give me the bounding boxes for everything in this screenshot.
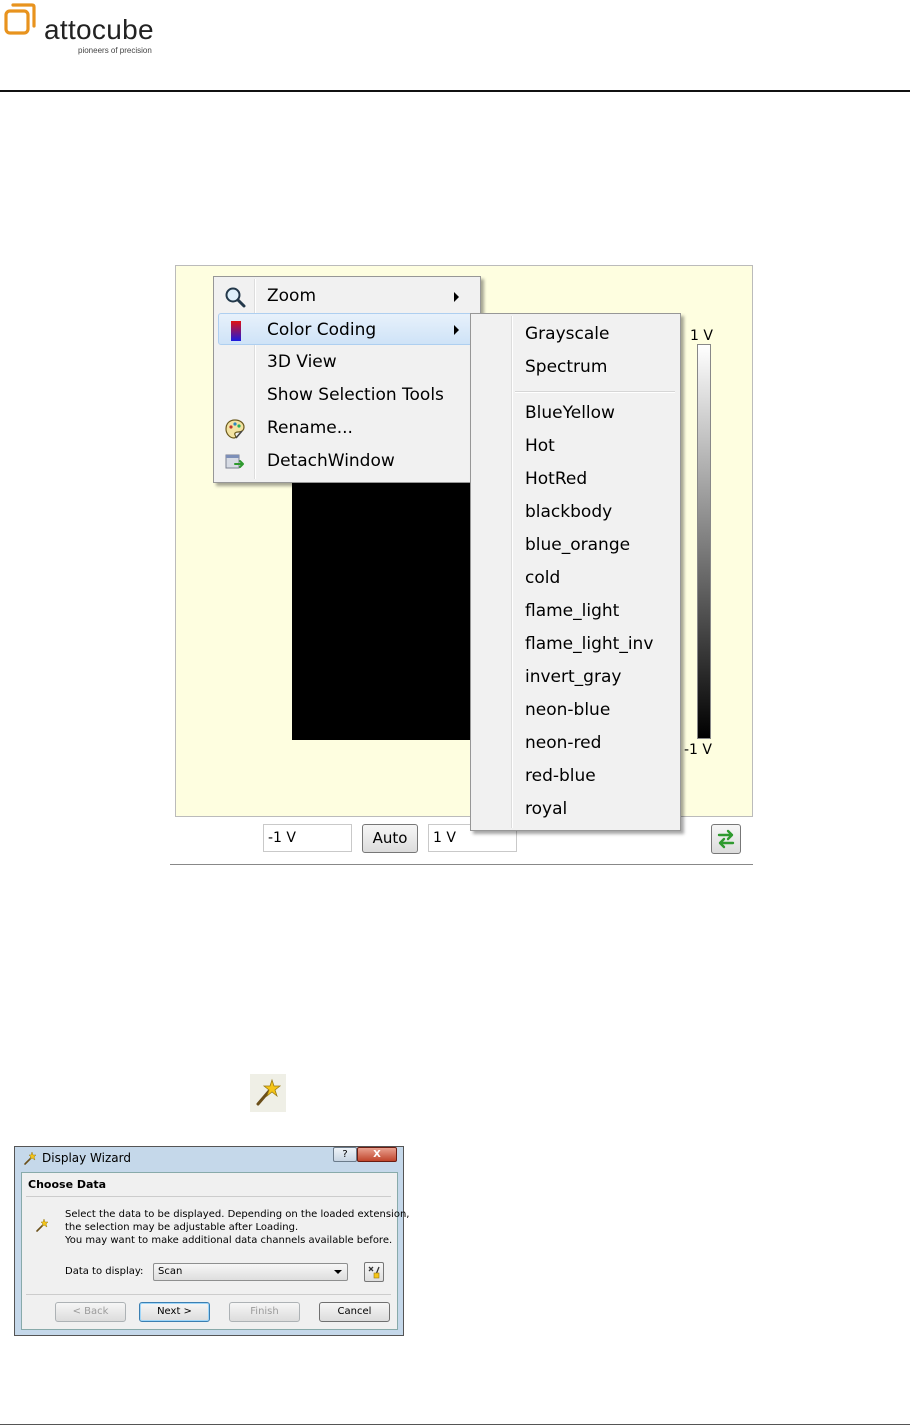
- menu-item-show-selection-tools[interactable]: Show Selection Tools: [218, 379, 476, 411]
- colormap-item[interactable]: flame_light_inv: [525, 628, 653, 661]
- menu-gutter: [511, 316, 513, 828]
- colormap-item[interactable]: neon-red: [525, 727, 601, 760]
- select-value: Scan: [158, 1266, 183, 1277]
- next-button[interactable]: Next >: [139, 1302, 210, 1322]
- menu-item-rename[interactable]: Rename...: [218, 412, 476, 444]
- magic-wand-icon: [24, 1151, 37, 1165]
- menu-item-label: DetachWindow: [267, 451, 395, 471]
- colorbar: [697, 344, 711, 739]
- context-menu: Zoom Color Coding 3D View Show Selection…: [213, 276, 481, 483]
- back-button[interactable]: < Back: [55, 1302, 126, 1322]
- colormap-item[interactable]: Spectrum: [525, 351, 607, 384]
- wizard-button[interactable]: [250, 1074, 286, 1112]
- magnifier-icon: [225, 287, 246, 308]
- menu-item-label: Show Selection Tools: [267, 385, 444, 405]
- submenu-arrow-icon: [454, 325, 459, 335]
- divider: [26, 1294, 391, 1295]
- channel-tool-icon: [368, 1266, 380, 1279]
- logo-tagline: pioneers of precision: [78, 46, 152, 55]
- menu-item-detach-window[interactable]: DetachWindow: [218, 445, 476, 477]
- colormap-item[interactable]: blue_orange: [525, 529, 630, 562]
- magic-wand-icon: [36, 1218, 49, 1232]
- window-bottom-edge: [170, 864, 753, 865]
- description-line: the selection may be adjustable after Lo…: [65, 1222, 299, 1233]
- description-line: You may want to make additional data cha…: [65, 1235, 393, 1246]
- auto-button[interactable]: Auto: [362, 824, 418, 853]
- attocube-logo-mark: [4, 3, 36, 35]
- close-button[interactable]: X: [357, 1147, 397, 1162]
- cancel-button[interactable]: Cancel: [319, 1302, 390, 1322]
- swap-arrows-icon: [717, 829, 735, 849]
- logo-text: attocube: [44, 14, 154, 45]
- colormap-item[interactable]: invert_gray: [525, 661, 621, 694]
- menu-item-label: Rename...: [267, 418, 353, 438]
- menu-item-label: 3D View: [267, 352, 337, 372]
- menu-item-zoom[interactable]: Zoom: [218, 280, 476, 312]
- colormap-item[interactable]: Hot: [525, 430, 555, 463]
- description-line: Select the data to be displayed. Dependi…: [65, 1209, 410, 1220]
- page-heading: Choose Data: [28, 1178, 107, 1191]
- colormap-item[interactable]: Grayscale: [525, 318, 609, 351]
- colormap-item[interactable]: cold: [525, 562, 560, 595]
- colormap-item[interactable]: neon-blue: [525, 694, 610, 727]
- menu-separator: [515, 391, 675, 393]
- magic-wand-icon: [256, 1078, 282, 1106]
- colormap-item[interactable]: blackbody: [525, 496, 612, 529]
- footer-rule: [0, 1424, 910, 1425]
- colormap-item[interactable]: red-blue: [525, 760, 596, 793]
- divider: [26, 1196, 391, 1197]
- swap-button[interactable]: [711, 824, 741, 854]
- color-gradient-icon: [231, 321, 241, 341]
- colorbar-max-label: 1 V: [690, 328, 713, 344]
- help-button[interactable]: ?: [333, 1147, 357, 1162]
- description-text: Select the data to be displayed. Dependi…: [65, 1208, 409, 1247]
- detach-window-icon: [225, 454, 244, 469]
- menu-item-label: Zoom: [267, 286, 317, 306]
- color-coding-submenu: Grayscale Spectrum BlueYellow Hot HotRed…: [470, 313, 681, 831]
- finish-button[interactable]: Finish: [229, 1302, 300, 1322]
- colormap-item[interactable]: flame_light: [525, 595, 619, 628]
- menu-item-color-coding[interactable]: Color Coding: [218, 313, 476, 345]
- data-to-display-label: Data to display:: [65, 1266, 144, 1277]
- colormap-item[interactable]: royal: [525, 793, 567, 826]
- header-rule: [0, 90, 910, 92]
- image-canvas[interactable]: [292, 470, 472, 740]
- colormap-item[interactable]: HotRed: [525, 463, 587, 496]
- menu-item-3d-view[interactable]: 3D View: [218, 346, 476, 378]
- dialog-title: Display Wizard: [42, 1151, 131, 1165]
- colorbar-min-label: -1 V: [684, 742, 712, 758]
- chevron-down-icon: [334, 1270, 342, 1274]
- min-value-input[interactable]: -1 V: [263, 824, 352, 852]
- channel-settings-button[interactable]: [364, 1262, 384, 1282]
- menu-item-label: Color Coding: [267, 320, 377, 340]
- palette-icon: [225, 419, 245, 439]
- submenu-arrow-icon: [454, 292, 459, 302]
- colormap-item[interactable]: BlueYellow: [525, 397, 615, 430]
- data-to-display-select[interactable]: Scan: [153, 1263, 348, 1281]
